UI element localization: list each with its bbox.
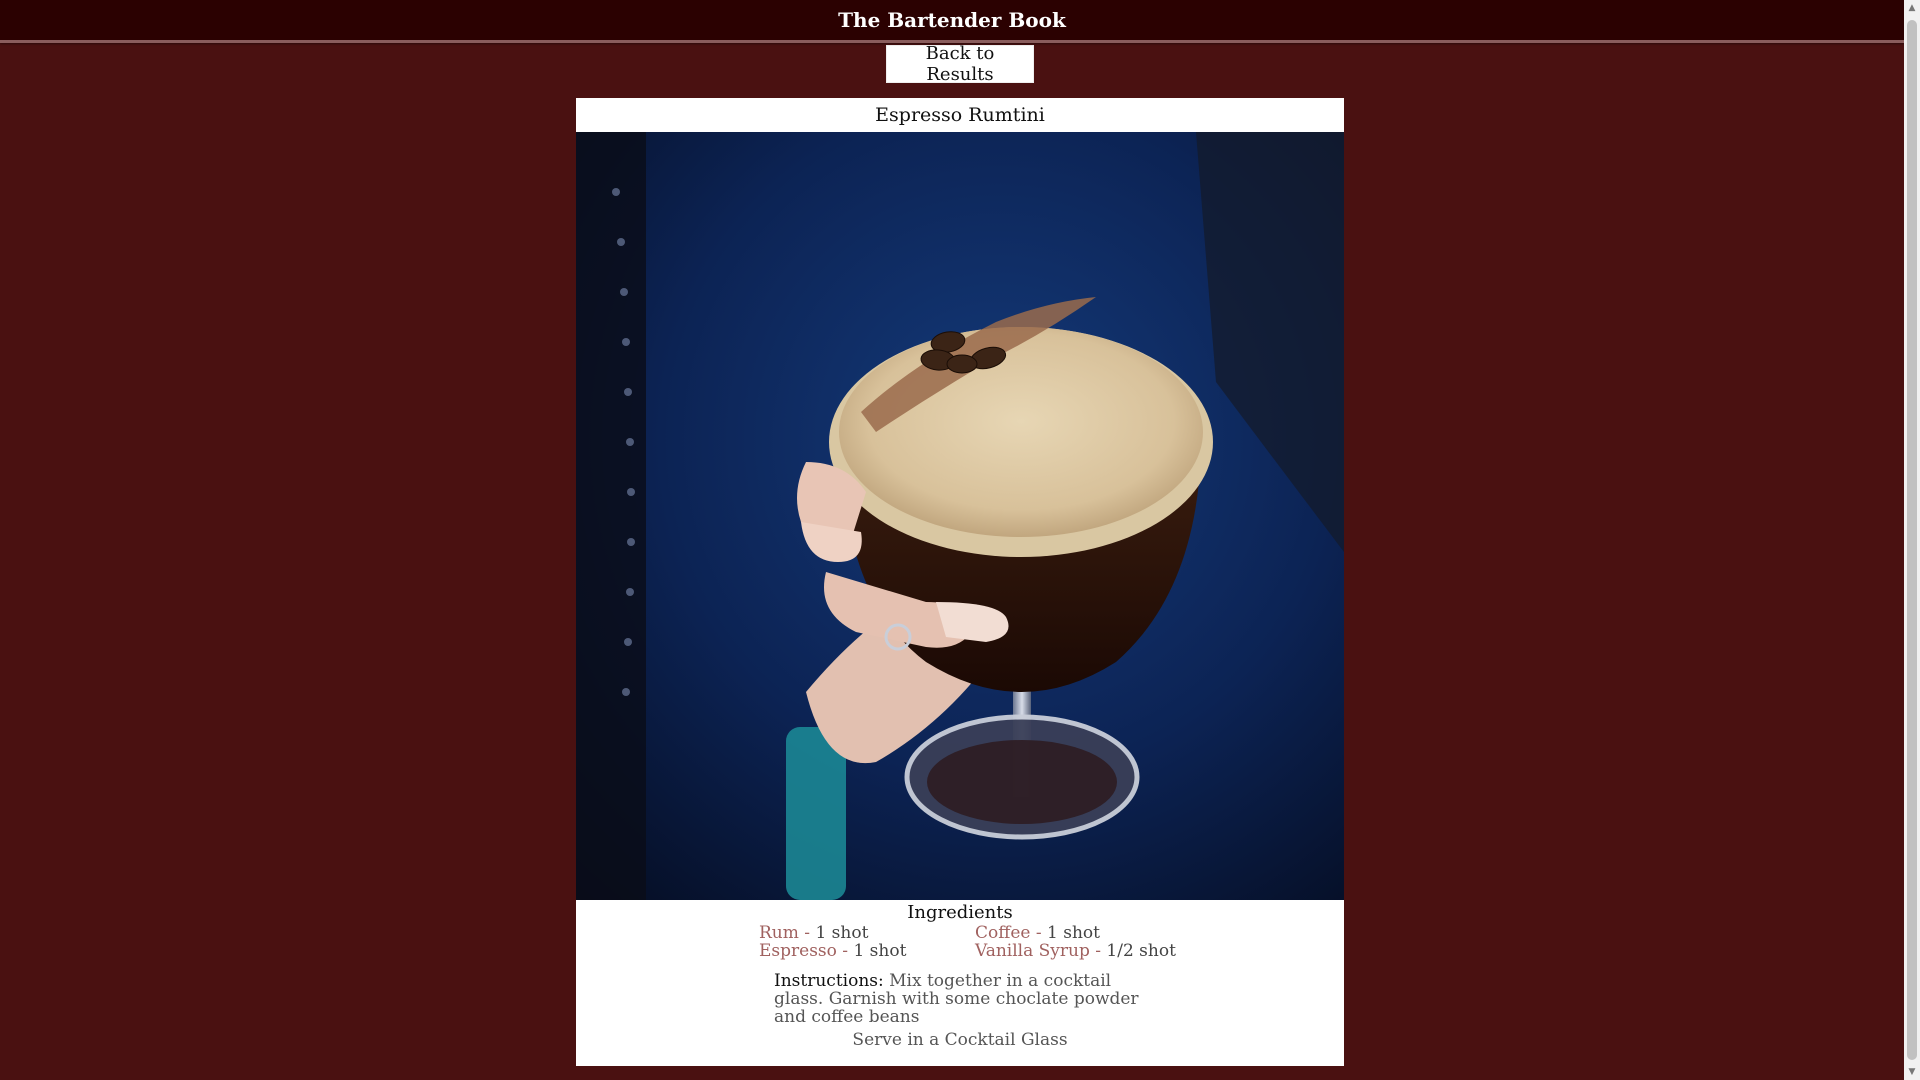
scroll-up-icon[interactable]: ▲ — [1904, 0, 1920, 16]
ingredient-amount: 1 shot — [815, 923, 869, 943]
scroll-down-icon[interactable]: ▼ — [1904, 1064, 1920, 1080]
ingredient-item: Coffee - 1 shot — [975, 924, 1215, 942]
ingredient-amount: 1/2 shot — [1106, 941, 1176, 961]
drink-title: Espresso Rumtini — [875, 104, 1045, 126]
ingredient-item: Espresso - 1 shot — [759, 942, 975, 960]
drink-photo — [576, 132, 1344, 900]
ingredient-item: Rum - 1 shot — [759, 924, 975, 942]
ingredient-separator: - — [836, 941, 854, 961]
ingredient-separator: - — [1030, 923, 1048, 943]
ingredient-item: Vanilla Syrup - 1/2 shot — [975, 942, 1215, 960]
page: The Bartender Book Back to Results Espre… — [0, 0, 1920, 1080]
ingredient-separator: - — [1089, 941, 1107, 961]
brand-title[interactable]: The Bartender Book — [838, 8, 1066, 32]
ingredient-separator: - — [798, 923, 816, 943]
serving-glass: Serve in a Cocktail Glass — [852, 1030, 1068, 1050]
ingredient-name: Espresso — [759, 941, 837, 961]
scroll-thumb[interactable] — [1907, 20, 1917, 1060]
ingredients-list: Rum - 1 shot Coffee - 1 shot Espresso - … — [759, 924, 1219, 960]
ingredient-amount: 1 shot — [853, 941, 907, 961]
ingredient-name: Rum — [759, 923, 799, 943]
top-navbar: The Bartender Book — [0, 0, 1904, 43]
ingredients-heading: Ingredients — [907, 902, 1013, 923]
ingredient-name: Coffee — [975, 923, 1031, 943]
drink-card: Espresso Rumtini Ingredients Rum - 1 sho… — [576, 98, 1344, 1066]
cocktail-image — [576, 132, 1344, 900]
instructions-block: Instructions: Mix together in a cocktail… — [774, 972, 1144, 1026]
instructions-label: Instructions: — [774, 971, 884, 991]
ingredient-amount: 1 shot — [1047, 923, 1100, 943]
ingredient-name: Vanilla Syrup — [975, 941, 1090, 961]
back-to-results-button[interactable]: Back to Results — [886, 43, 1034, 85]
vertical-scrollbar[interactable]: ▲ ▼ — [1904, 0, 1920, 1080]
